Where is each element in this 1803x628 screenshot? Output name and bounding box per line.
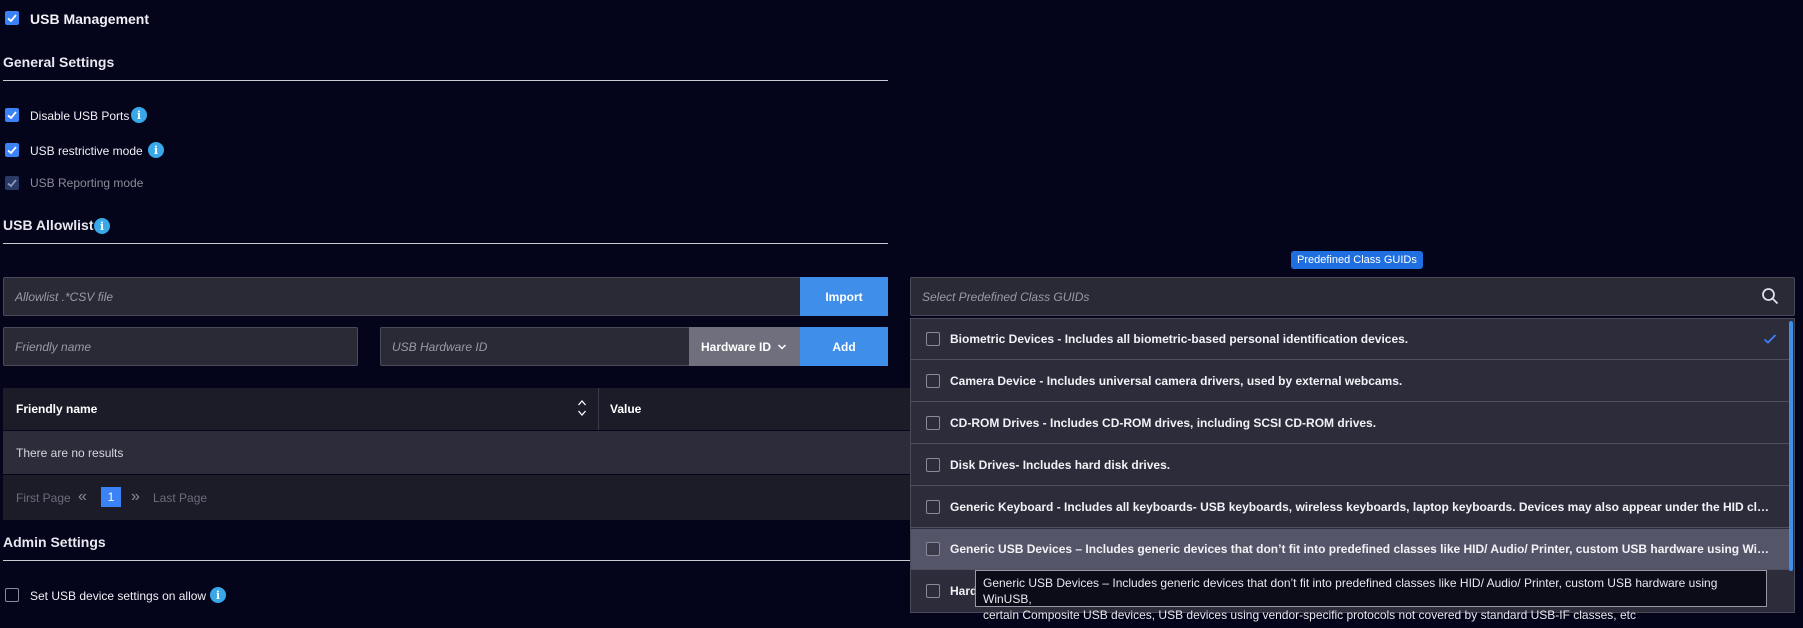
disable-usb-ports-checkbox[interactable]: [5, 108, 19, 122]
list-item[interactable]: Biometric Devices - Includes all biometr…: [911, 319, 1789, 360]
add-button[interactable]: Add: [800, 327, 888, 366]
hardware-type-value: Hardware ID: [701, 339, 772, 354]
list-item-checkbox[interactable]: [926, 584, 940, 598]
tooltip-line: certain Composite USB devices, USB devic…: [983, 608, 1636, 622]
usb-management-label: USB Management: [30, 11, 150, 27]
list-item-label: Generic Keyboard - Includes all keyboard…: [950, 500, 1770, 514]
list-item-label: Generic USB Devices – Includes generic d…: [950, 542, 1770, 556]
check-icon: [7, 14, 17, 23]
list-item-checkbox[interactable]: [926, 542, 940, 556]
tooltip-line: Generic USB Devices – Includes generic d…: [983, 576, 1718, 606]
check-icon: [7, 111, 17, 120]
predefined-guids-search-input[interactable]: Select Predefined Class GUIDs: [910, 277, 1795, 316]
last-page-link[interactable]: Last Page: [153, 491, 207, 505]
double-chevron-right-icon[interactable]: »: [131, 488, 140, 506]
list-item-checkbox[interactable]: [926, 332, 940, 346]
list-item-checkbox[interactable]: [926, 500, 940, 514]
check-icon: [7, 146, 17, 155]
usb-reporting-mode-checkbox: [5, 176, 19, 190]
list-item-label: Camera Device - Includes universal camer…: [950, 374, 1403, 388]
list-item[interactable]: Generic USB Devices – Includes generic d…: [911, 529, 1789, 570]
set-usb-device-checkbox[interactable]: [5, 588, 19, 602]
usb-reporting-mode-label: USB Reporting mode: [30, 176, 144, 190]
double-chevron-left-icon[interactable]: «: [78, 488, 87, 506]
sort-icon[interactable]: [577, 398, 587, 418]
usb-allowlist-divider: [3, 243, 888, 244]
chevron-down-icon: [778, 343, 787, 350]
set-usb-device-label: Set USB device settings on allow: [30, 589, 207, 603]
general-settings-divider: [3, 80, 888, 81]
check-icon: [7, 179, 17, 188]
admin-settings-title: Admin Settings: [3, 534, 106, 550]
list-item[interactable]: Camera Device - Includes universal camer…: [911, 361, 1789, 402]
usb-management-checkbox[interactable]: [5, 11, 19, 25]
empty-results-text: There are no results: [16, 446, 124, 460]
usb-hardware-id-input[interactable]: USB Hardware ID: [380, 327, 690, 366]
info-icon[interactable]: i: [131, 107, 147, 123]
info-icon[interactable]: i: [94, 218, 110, 234]
import-button[interactable]: Import: [800, 277, 888, 316]
list-item-checkbox[interactable]: [926, 374, 940, 388]
scrollbar-thumb[interactable]: [1789, 321, 1793, 571]
predefined-guids-label-tooltip: Predefined Class GUIDs: [1291, 251, 1423, 269]
list-item-label: CD-ROM Drives - Includes CD-ROM drives, …: [950, 416, 1377, 430]
column-friendly-name[interactable]: Friendly name: [16, 402, 97, 416]
first-page-link[interactable]: First Page: [16, 491, 71, 505]
list-item[interactable]: Disk Drives- Includes hard disk drives.: [911, 445, 1789, 486]
list-item[interactable]: Generic Keyboard - Includes all keyboard…: [911, 487, 1789, 528]
list-item-label: Disk Drives- Includes hard disk drives.: [950, 458, 1171, 472]
table-header: [3, 388, 910, 430]
column-divider: [598, 388, 599, 430]
allowlist-csv-input[interactable]: Allowlist .*CSV file: [3, 277, 801, 316]
hardware-type-dropdown[interactable]: Hardware ID: [689, 327, 801, 366]
usb-restrictive-mode-checkbox[interactable]: [5, 143, 19, 157]
list-item-checkbox[interactable]: [926, 416, 940, 430]
table-row: [3, 431, 910, 474]
usb-allowlist-title: USB Allowlist: [3, 217, 94, 233]
general-settings-title: General Settings: [3, 54, 115, 70]
search-icon[interactable]: [1761, 287, 1779, 305]
usb-restrictive-mode-label: USB restrictive mode: [30, 144, 143, 158]
page-number-current[interactable]: 1: [101, 487, 121, 507]
list-item-checkbox[interactable]: [926, 458, 940, 472]
list-item-label: Biometric Devices - Includes all biometr…: [950, 332, 1409, 346]
hover-description-tooltip: Generic USB Devices – Includes generic d…: [975, 570, 1767, 622]
info-icon[interactable]: i: [148, 142, 164, 158]
column-value: Value: [610, 402, 642, 416]
admin-settings-divider: [3, 560, 911, 561]
selected-check-icon: [1763, 334, 1777, 344]
info-icon[interactable]: i: [210, 587, 226, 603]
friendly-name-input[interactable]: Friendly name: [3, 327, 358, 366]
disable-usb-ports-label: Disable USB Ports: [30, 109, 130, 123]
list-item[interactable]: CD-ROM Drives - Includes CD-ROM drives, …: [911, 403, 1789, 444]
